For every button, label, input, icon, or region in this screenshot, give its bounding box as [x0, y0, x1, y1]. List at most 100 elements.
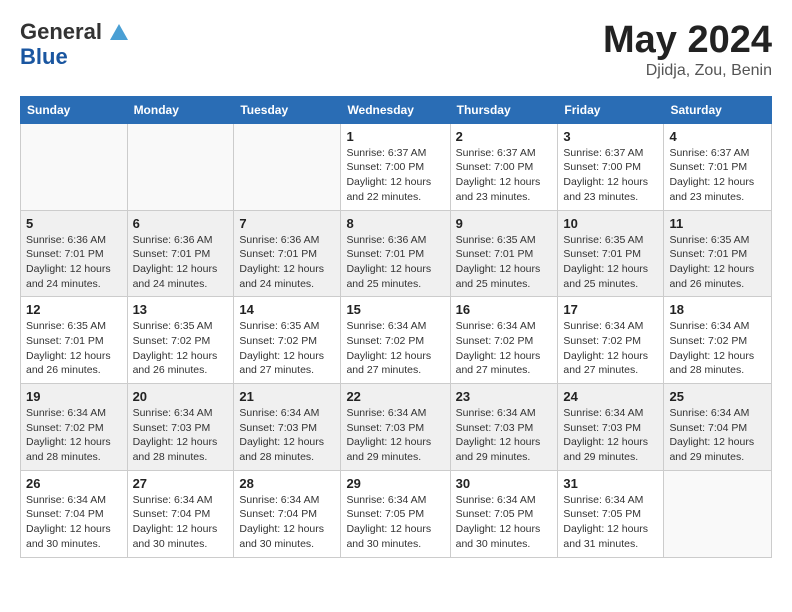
day-number: 25 [669, 389, 766, 404]
weekday-header-row: SundayMondayTuesdayWednesdayThursdayFrid… [21, 96, 772, 123]
week-row-5: 26 Sunrise: 6:34 AM Sunset: 7:04 PM Dayli… [21, 470, 772, 557]
calendar-cell: 8 Sunrise: 6:36 AM Sunset: 7:01 PM Daylig… [341, 210, 450, 297]
day-info: Sunrise: 6:35 AM Sunset: 7:02 PM Dayligh… [239, 319, 335, 378]
day-info: Sunrise: 6:35 AM Sunset: 7:01 PM Dayligh… [669, 233, 766, 292]
calendar-cell: 6 Sunrise: 6:36 AM Sunset: 7:01 PM Daylig… [127, 210, 234, 297]
day-info: Sunrise: 6:37 AM Sunset: 7:00 PM Dayligh… [563, 146, 658, 205]
day-number: 29 [346, 476, 444, 491]
day-info: Sunrise: 6:34 AM Sunset: 7:02 PM Dayligh… [346, 319, 444, 378]
calendar-cell: 19 Sunrise: 6:34 AM Sunset: 7:02 PM Dayli… [21, 384, 128, 471]
calendar-cell: 14 Sunrise: 6:35 AM Sunset: 7:02 PM Dayli… [234, 297, 341, 384]
day-info: Sunrise: 6:34 AM Sunset: 7:04 PM Dayligh… [239, 493, 335, 552]
calendar-cell: 7 Sunrise: 6:36 AM Sunset: 7:01 PM Daylig… [234, 210, 341, 297]
calendar-cell [234, 123, 341, 210]
day-number: 26 [26, 476, 122, 491]
day-info: Sunrise: 6:34 AM Sunset: 7:02 PM Dayligh… [26, 406, 122, 465]
day-number: 10 [563, 216, 658, 231]
day-number: 24 [563, 389, 658, 404]
calendar-cell: 3 Sunrise: 6:37 AM Sunset: 7:00 PM Daylig… [558, 123, 664, 210]
calendar-cell: 26 Sunrise: 6:34 AM Sunset: 7:04 PM Dayli… [21, 470, 128, 557]
weekday-header-wednesday: Wednesday [341, 96, 450, 123]
day-info: Sunrise: 6:36 AM Sunset: 7:01 PM Dayligh… [239, 233, 335, 292]
week-row-1: 1 Sunrise: 6:37 AM Sunset: 7:00 PM Daylig… [21, 123, 772, 210]
day-number: 13 [133, 302, 229, 317]
calendar-cell: 17Sunrise: 6:34 AM Sunset: 7:02 PM Dayli… [558, 297, 664, 384]
day-info: Sunrise: 6:34 AM Sunset: 7:05 PM Dayligh… [456, 493, 553, 552]
calendar-cell: 20Sunrise: 6:34 AM Sunset: 7:03 PM Dayli… [127, 384, 234, 471]
day-info: Sunrise: 6:34 AM Sunset: 7:05 PM Dayligh… [346, 493, 444, 552]
day-info: Sunrise: 6:36 AM Sunset: 7:01 PM Dayligh… [26, 233, 122, 292]
calendar-table: SundayMondayTuesdayWednesdayThursdayFrid… [20, 96, 772, 558]
day-number: 28 [239, 476, 335, 491]
calendar-cell: 25 Sunrise: 6:34 AM Sunset: 7:04 PM Dayli… [664, 384, 772, 471]
day-info: Sunrise: 6:34 AM Sunset: 7:02 PM Dayligh… [669, 319, 766, 378]
calendar-cell: 24 Sunrise: 6:34 AM Sunset: 7:03 PM Dayli… [558, 384, 664, 471]
day-number: 22 [346, 389, 444, 404]
calendar-cell: 16Sunrise: 6:34 AM Sunset: 7:02 PM Dayli… [450, 297, 558, 384]
day-number: 14 [239, 302, 335, 317]
calendar-cell: 11 Sunrise: 6:35 AM Sunset: 7:01 PM Dayli… [664, 210, 772, 297]
page-header: General Blue May 2024 Djidja, Zou, Benin [20, 20, 772, 80]
calendar-cell: 22 Sunrise: 6:34 AM Sunset: 7:03 PM Dayli… [341, 384, 450, 471]
day-number: 4 [669, 129, 766, 144]
day-info: Sunrise: 6:34 AM Sunset: 7:03 PM Dayligh… [133, 406, 229, 465]
logo: General Blue [20, 20, 128, 69]
weekday-header-tuesday: Tuesday [234, 96, 341, 123]
calendar-cell: 10 Sunrise: 6:35 AM Sunset: 7:01 PM Dayli… [558, 210, 664, 297]
calendar-cell [21, 123, 128, 210]
calendar-title: May 2024 [603, 20, 772, 62]
calendar-cell: 13Sunrise: 6:35 AM Sunset: 7:02 PM Dayli… [127, 297, 234, 384]
title-block: May 2024 Djidja, Zou, Benin [603, 20, 772, 80]
day-number: 19 [26, 389, 122, 404]
calendar-cell: 31Sunrise: 6:34 AM Sunset: 7:05 PM Dayli… [558, 470, 664, 557]
calendar-cell: 21 Sunrise: 6:34 AM Sunset: 7:03 PM Dayli… [234, 384, 341, 471]
calendar-cell: 4 Sunrise: 6:37 AM Sunset: 7:01 PM Daylig… [664, 123, 772, 210]
day-number: 27 [133, 476, 229, 491]
day-info: Sunrise: 6:35 AM Sunset: 7:01 PM Dayligh… [563, 233, 658, 292]
day-info: Sunrise: 6:34 AM Sunset: 7:03 PM Dayligh… [346, 406, 444, 465]
day-info: Sunrise: 6:36 AM Sunset: 7:01 PM Dayligh… [133, 233, 229, 292]
week-row-3: 12Sunrise: 6:35 AM Sunset: 7:01 PM Dayli… [21, 297, 772, 384]
day-info: Sunrise: 6:37 AM Sunset: 7:00 PM Dayligh… [346, 146, 444, 205]
weekday-header-friday: Friday [558, 96, 664, 123]
day-info: Sunrise: 6:35 AM Sunset: 7:01 PM Dayligh… [456, 233, 553, 292]
day-info: Sunrise: 6:34 AM Sunset: 7:02 PM Dayligh… [456, 319, 553, 378]
calendar-cell: 30Sunrise: 6:34 AM Sunset: 7:05 PM Dayli… [450, 470, 558, 557]
day-number: 18 [669, 302, 766, 317]
day-number: 6 [133, 216, 229, 231]
day-number: 5 [26, 216, 122, 231]
weekday-header-monday: Monday [127, 96, 234, 123]
day-info: Sunrise: 6:34 AM Sunset: 7:04 PM Dayligh… [26, 493, 122, 552]
day-info: Sunrise: 6:34 AM Sunset: 7:05 PM Dayligh… [563, 493, 658, 552]
calendar-cell: 18 Sunrise: 6:34 AM Sunset: 7:02 PM Dayli… [664, 297, 772, 384]
day-info: Sunrise: 6:37 AM Sunset: 7:01 PM Dayligh… [669, 146, 766, 205]
day-number: 7 [239, 216, 335, 231]
day-number: 3 [563, 129, 658, 144]
day-number: 9 [456, 216, 553, 231]
calendar-cell [664, 470, 772, 557]
day-info: Sunrise: 6:34 AM Sunset: 7:03 PM Dayligh… [456, 406, 553, 465]
day-number: 1 [346, 129, 444, 144]
day-number: 21 [239, 389, 335, 404]
logo-general-text: General [20, 19, 102, 44]
calendar-cell: 15 Sunrise: 6:34 AM Sunset: 7:02 PM Dayli… [341, 297, 450, 384]
day-info: Sunrise: 6:34 AM Sunset: 7:04 PM Dayligh… [669, 406, 766, 465]
day-info: Sunrise: 6:37 AM Sunset: 7:00 PM Dayligh… [456, 146, 553, 205]
day-info: Sunrise: 6:34 AM Sunset: 7:03 PM Dayligh… [563, 406, 658, 465]
day-info: Sunrise: 6:34 AM Sunset: 7:04 PM Dayligh… [133, 493, 229, 552]
logo-blue-text: Blue [20, 45, 128, 69]
day-number: 17 [563, 302, 658, 317]
calendar-cell: 12Sunrise: 6:35 AM Sunset: 7:01 PM Dayli… [21, 297, 128, 384]
calendar-cell: 23Sunrise: 6:34 AM Sunset: 7:03 PM Dayli… [450, 384, 558, 471]
day-number: 2 [456, 129, 553, 144]
calendar-cell: 27 Sunrise: 6:34 AM Sunset: 7:04 PM Dayli… [127, 470, 234, 557]
calendar-cell: 29 Sunrise: 6:34 AM Sunset: 7:05 PM Dayli… [341, 470, 450, 557]
day-number: 15 [346, 302, 444, 317]
day-info: Sunrise: 6:36 AM Sunset: 7:01 PM Dayligh… [346, 233, 444, 292]
day-number: 8 [346, 216, 444, 231]
calendar-cell: 1 Sunrise: 6:37 AM Sunset: 7:00 PM Daylig… [341, 123, 450, 210]
calendar-cell: 2 Sunrise: 6:37 AM Sunset: 7:00 PM Daylig… [450, 123, 558, 210]
day-info: Sunrise: 6:34 AM Sunset: 7:03 PM Dayligh… [239, 406, 335, 465]
calendar-cell [127, 123, 234, 210]
day-number: 11 [669, 216, 766, 231]
